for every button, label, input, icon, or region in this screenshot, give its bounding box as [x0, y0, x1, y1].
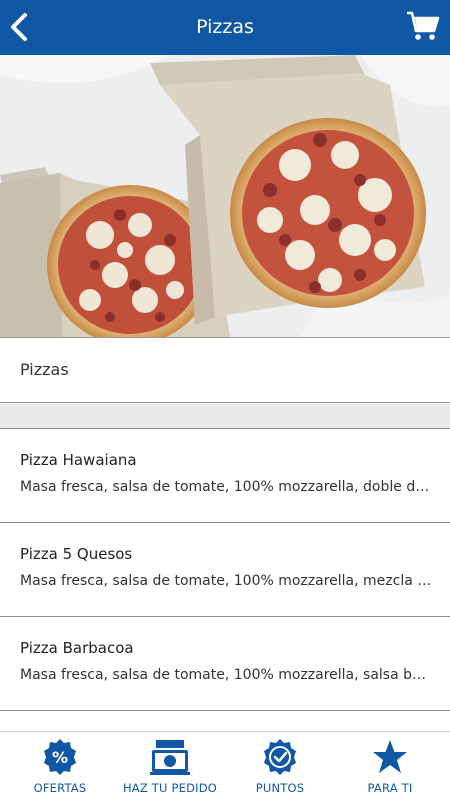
- list-item[interactable]: Pizza Hawaiana Masa fresca, salsa de tom…: [0, 428, 450, 522]
- nav-item-para-ti[interactable]: PARA TI: [334, 732, 446, 800]
- nav-label: HAZ TU PEDIDO: [122, 781, 218, 795]
- hero-image: [0, 55, 450, 337]
- product-list: Pizza Hawaiana Masa fresca, salsa de tom…: [0, 428, 450, 740]
- nav-item-puntos[interactable]: PUNTOS: [224, 732, 336, 800]
- check-badge-icon: [264, 739, 296, 775]
- product-description: Masa fresca, salsa de tomate, 100% mozza…: [20, 479, 432, 495]
- bottom-navigation: % OFERTAS HAZ TU PEDIDO PUNTOS PARA TI: [0, 731, 450, 800]
- product-name: Pizza Barbacoa: [20, 639, 134, 657]
- pizza-box-icon: [150, 740, 190, 775]
- category-label: Pizzas: [20, 360, 69, 379]
- section-separator: [0, 404, 450, 429]
- product-description: Masa fresca, salsa de tomate, 100% mozza…: [20, 667, 432, 683]
- category-header: Pizzas: [0, 337, 450, 403]
- product-description: Masa fresca, salsa de tomate, 100% mozza…: [20, 573, 432, 589]
- product-name: Pizza 5 Quesos: [20, 545, 133, 563]
- star-icon: [373, 740, 407, 773]
- nav-label: OFERTAS: [33, 781, 87, 795]
- list-item[interactable]: Pizza 5 Quesos Masa fresca, salsa de tom…: [0, 522, 450, 616]
- cart-button[interactable]: [406, 9, 440, 43]
- svg-text:%: %: [52, 748, 68, 767]
- shopping-cart-icon: [407, 11, 440, 40]
- nav-item-ofertas[interactable]: % OFERTAS: [4, 732, 116, 800]
- top-bar: Pizzas: [0, 0, 450, 55]
- nav-label: PARA TI: [367, 781, 413, 795]
- page-title: Pizzas: [196, 16, 254, 38]
- percent-badge-icon: %: [44, 739, 76, 775]
- nav-label: PUNTOS: [255, 781, 305, 795]
- list-item[interactable]: Pizza Barbacoa Masa fresca, salsa de tom…: [0, 616, 450, 710]
- product-name: Pizza Hawaiana: [20, 451, 137, 469]
- nav-item-haz-tu-pedido[interactable]: HAZ TU PEDIDO: [114, 732, 226, 800]
